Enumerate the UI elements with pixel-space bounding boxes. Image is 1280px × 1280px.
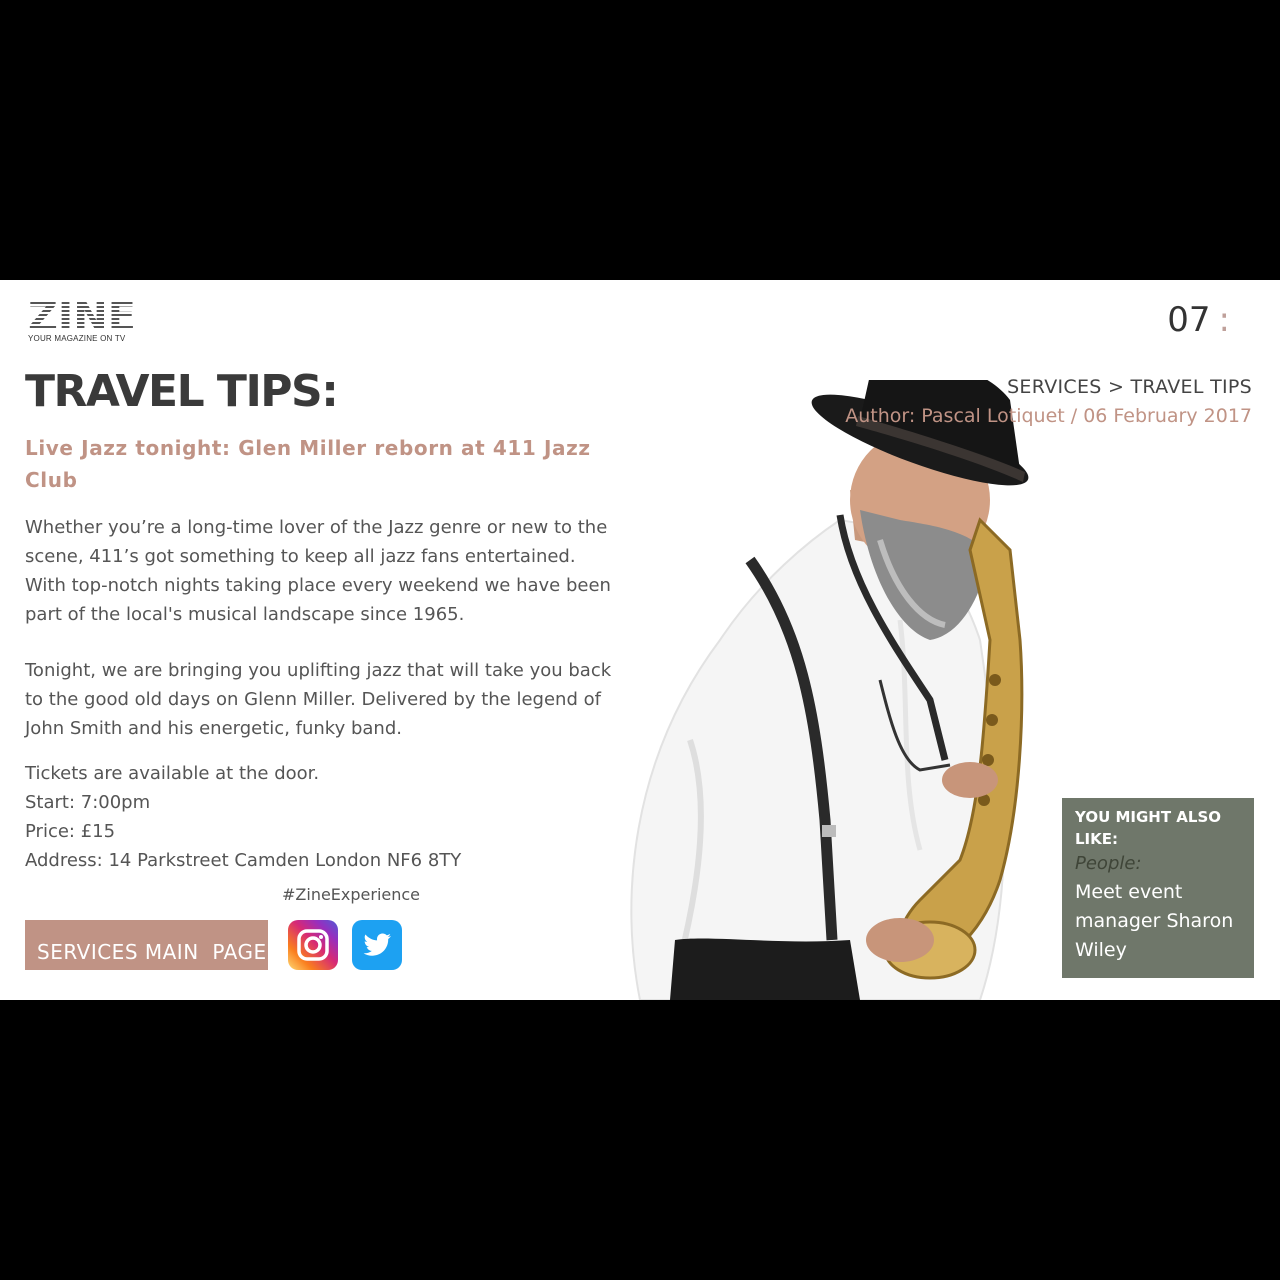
slide: ZINE YOUR MAGAZINE ON TV 07: TRAVEL TIPS… <box>0 280 1280 1000</box>
event-info: Tickets are available at the door. Start… <box>25 759 461 875</box>
zine-logo[interactable]: ZINE YOUR MAGAZINE ON TV <box>28 298 138 343</box>
info-tickets: Tickets are available at the door. <box>25 763 320 784</box>
article-subtitle: Live Jazz tonight: Glen Miller reborn at… <box>25 436 591 492</box>
svg-text:ZINE: ZINE <box>28 298 136 332</box>
article-paragraph-1: Whether you’re a long-time lover of the … <box>25 517 611 625</box>
info-price: Price: £15 <box>25 821 116 842</box>
breadcrumb[interactable]: SERVICES > TRAVEL TIPS <box>1007 376 1252 398</box>
page-number-value: 07 <box>1167 300 1211 340</box>
saxophonist-photo <box>630 380 1029 1000</box>
twitter-icon[interactable] <box>352 920 402 970</box>
services-main-page-button[interactable]: SERVICES MAIN PAGE <box>25 920 268 970</box>
related-article-card[interactable]: YOU MIGHT ALSO LIKE: People: Meet event … <box>1062 798 1254 978</box>
related-heading: YOU MIGHT ALSO LIKE: <box>1075 808 1222 848</box>
related-category: People: <box>1075 853 1142 874</box>
related-link[interactable]: Meet event manager Sharon Wiley <box>1075 878 1241 965</box>
zine-logo-mark: ZINE <box>28 298 136 332</box>
article-paragraph-2: Tonight, we are bringing you uplifting j… <box>25 660 612 739</box>
instagram-icon[interactable] <box>288 920 338 970</box>
logo-tagline: YOUR MAGAZINE ON TV <box>28 334 126 343</box>
page-title: TRAVEL TIPS: <box>25 366 339 417</box>
author-byline: Author: Pascal Lotiquet / 06 February 20… <box>845 405 1252 427</box>
info-start: Start: 7:00pm <box>25 792 151 813</box>
info-address: Address: 14 Parkstreet Camden London NF6… <box>25 850 462 871</box>
hashtag: #ZineExperience <box>282 885 421 904</box>
page-number: 07: <box>1167 300 1230 340</box>
page-number-separator: : <box>1218 300 1230 340</box>
